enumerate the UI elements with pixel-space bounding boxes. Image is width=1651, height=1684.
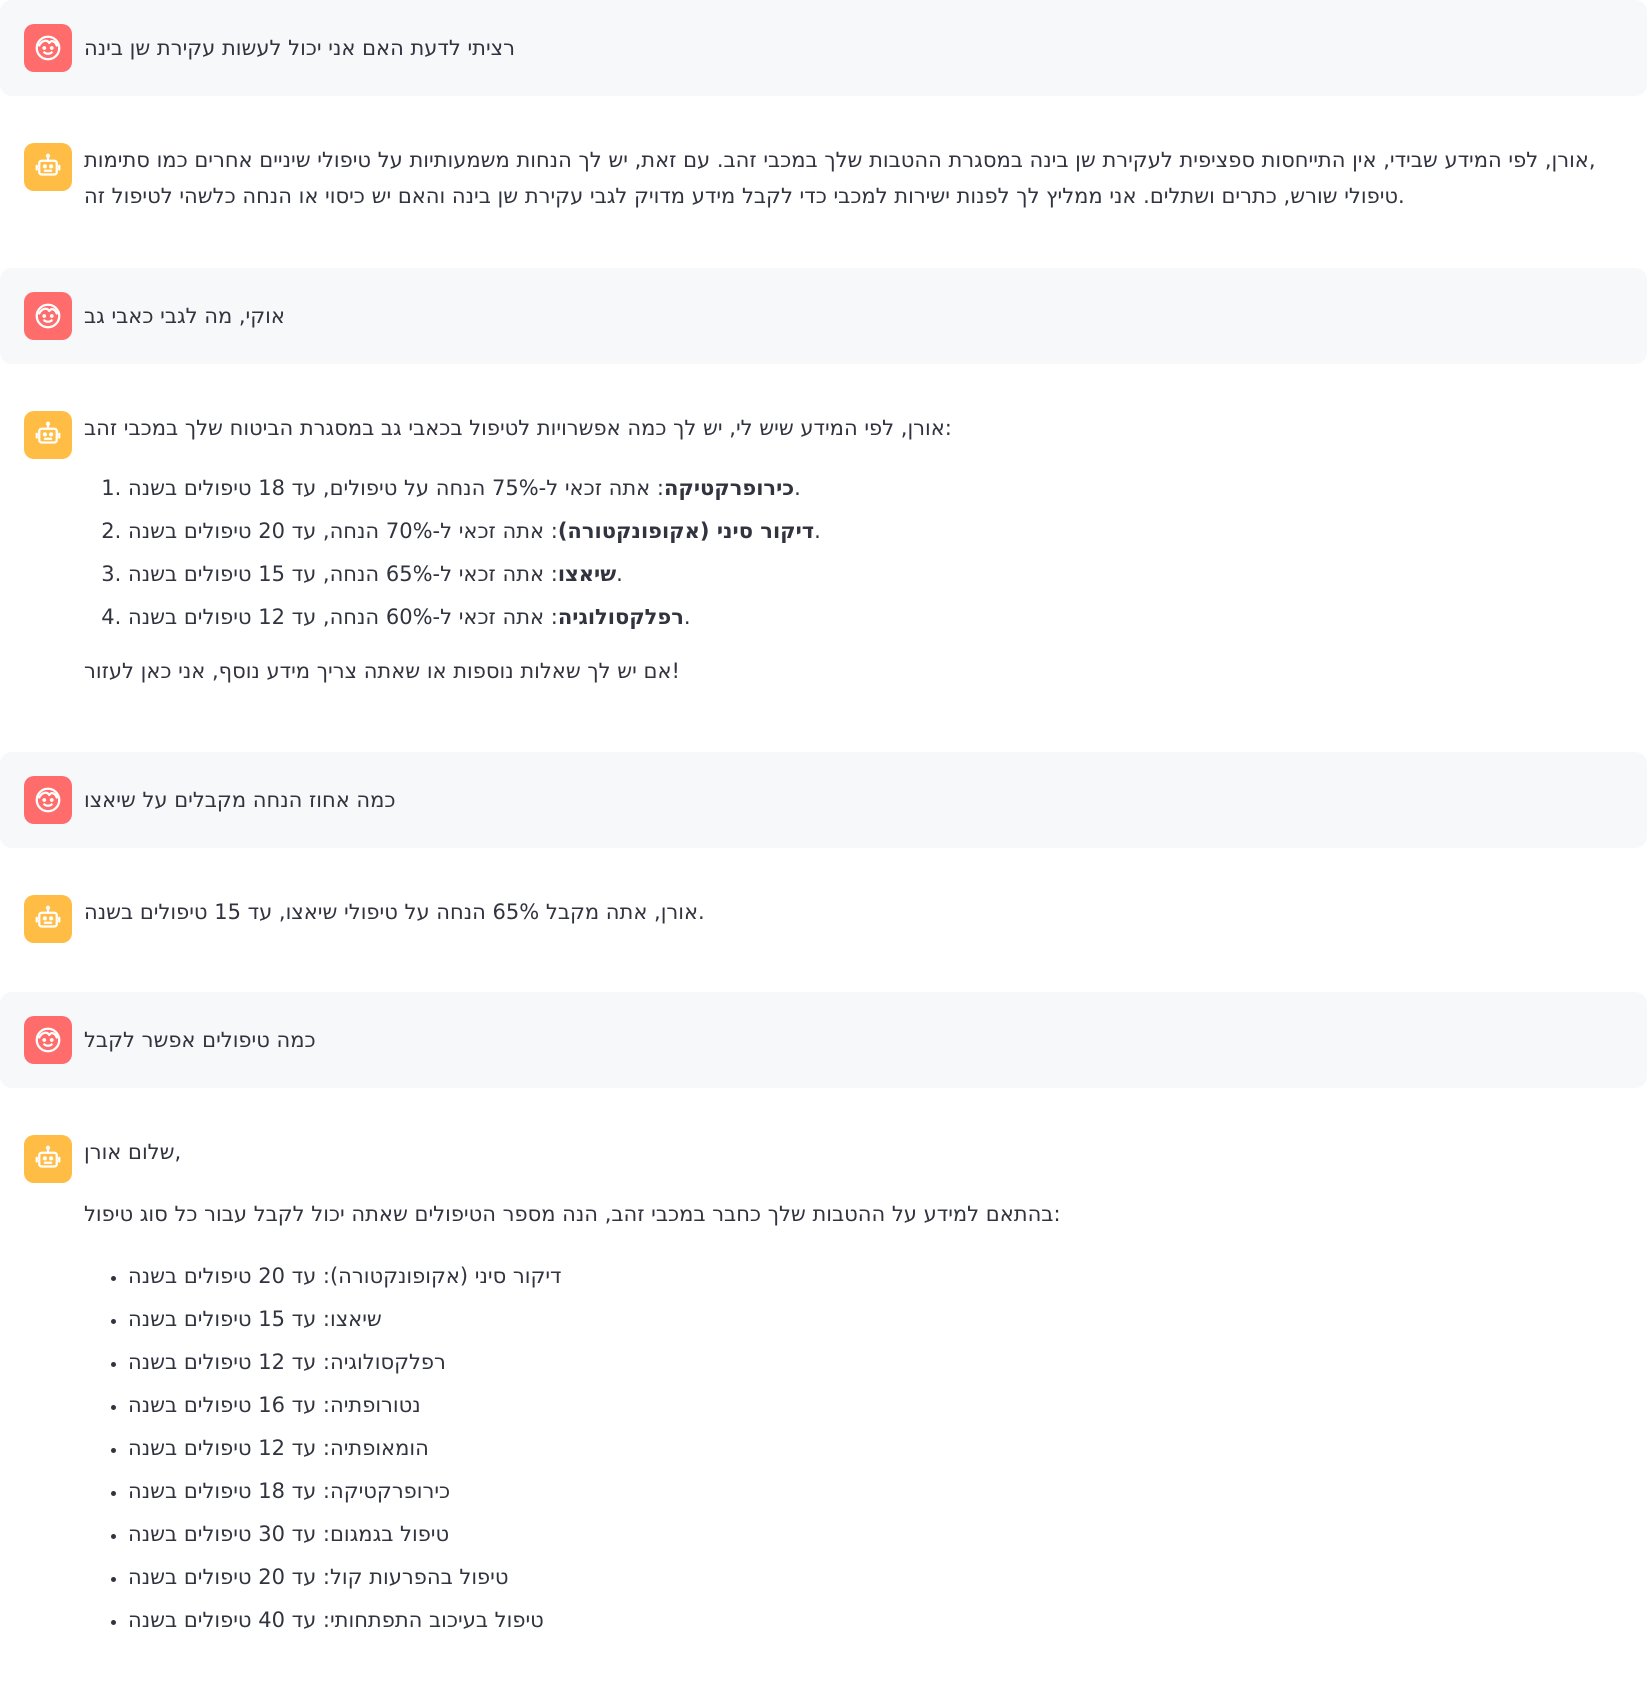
- assistant-message: אורן, לפי המידע שבידי, אין התייחסות ספצי…: [0, 96, 1647, 268]
- list-item: טיפול בגמגום: עד 30 טיפולים בשנה: [128, 1516, 1617, 1552]
- message-line: אורן, לפי המידע שבידי, אין התייחסות ספצי…: [84, 148, 1596, 172]
- message-text: כמה אחוז הנחה מקבלים על שיאצו: [84, 788, 396, 812]
- smiling-face-icon: [35, 787, 61, 813]
- assistant-avatar: [24, 143, 72, 191]
- user-message: כמה טיפולים אפשר לקבל: [0, 992, 1647, 1088]
- list-item: דיקור סיני (אקופונקטורה): עד 20 טיפולים …: [128, 1258, 1617, 1294]
- list-item: שיאצו: עד 15 טיפולים בשנה: [128, 1301, 1617, 1337]
- bullet-list: דיקור סיני (אקופונקטורה): עד 20 טיפולים …: [84, 1258, 1617, 1638]
- message-content: שלום אורן, בהתאם למידע על ההטבות שלך כחב…: [84, 1134, 1617, 1645]
- list-item: רפלקסולוגיה: אתה זכאי ל-60% הנחה, עד 12 …: [128, 599, 1617, 635]
- smiling-face-icon: [35, 303, 61, 329]
- item-title: שיאצו: [557, 562, 617, 586]
- assistant-avatar: [24, 1135, 72, 1183]
- list-item: נטורופתיה: עד 16 טיפולים בשנה: [128, 1387, 1617, 1423]
- list-item: רפלקסולוגיה: עד 12 טיפולים בשנה: [128, 1344, 1617, 1380]
- message-content: אוקי, מה לגבי כאבי גב: [84, 298, 1617, 334]
- assistant-message: שלום אורן, בהתאם למידע על ההטבות שלך כחב…: [0, 1088, 1647, 1648]
- message-content: כמה טיפולים אפשר לקבל: [84, 1022, 1617, 1058]
- message-content: אורן, אתה מקבל 65% הנחה על טיפולי שיאצו,…: [84, 894, 1617, 930]
- item-title: רפלקסולוגיה: [557, 605, 684, 629]
- assistant-avatar: [24, 411, 72, 459]
- numbered-list: כירופרקטיקה: אתה זכאי ל-75% הנחה על טיפו…: [84, 470, 1617, 635]
- assistant-message: אורן, לפי המידע שיש לי, יש לך כמה אפשרוי…: [0, 364, 1647, 752]
- assistant-message: אורן, אתה מקבל 65% הנחה על טיפולי שיאצו,…: [0, 848, 1647, 992]
- user-avatar: [24, 1016, 72, 1064]
- message-outro: אם יש לך שאלות נוספות או שאתה צריך מידע …: [84, 659, 680, 683]
- smiling-face-icon: [35, 35, 61, 61]
- chat-transcript: רציתי לדעת האם אני יכול לעשות עקירת שן ב…: [0, 0, 1651, 1648]
- message-content: אורן, לפי המידע שבידי, אין התייחסות ספצי…: [84, 142, 1617, 214]
- list-item: כירופרקטיקה: אתה זכאי ל-75% הנחה על טיפו…: [128, 470, 1617, 506]
- robot-face-icon: [35, 1145, 61, 1168]
- assistant-avatar: [24, 895, 72, 943]
- robot-face-icon: [35, 153, 61, 176]
- message-content: רציתי לדעת האם אני יכול לעשות עקירת שן ב…: [84, 30, 1617, 66]
- list-item: כירופרקטיקה: עד 18 טיפולים בשנה: [128, 1473, 1617, 1509]
- robot-face-icon: [35, 421, 61, 444]
- list-item: טיפול בעיכוב התפתחותי: עד 40 טיפולים בשנ…: [128, 1602, 1617, 1638]
- message-greeting: שלום אורן,: [84, 1140, 182, 1164]
- smiling-face-icon: [35, 1027, 61, 1053]
- user-message: אוקי, מה לגבי כאבי גב: [0, 268, 1647, 364]
- message-line: טיפולי שורש, כתרים ושתלים. אני ממליץ לך …: [84, 184, 1405, 208]
- item-text: : אתה זכאי ל-65% הנחה, עד 15 טיפולים בשנ…: [128, 562, 623, 586]
- list-item: שיאצו: אתה זכאי ל-65% הנחה, עד 15 טיפולי…: [128, 556, 1617, 592]
- message-text: רציתי לדעת האם אני יכול לעשות עקירת שן ב…: [84, 36, 515, 60]
- list-item: הומאופתיה: עד 12 טיפולים בשנה: [128, 1430, 1617, 1466]
- list-item: דיקור סיני (אקופונקטורה): אתה זכאי ל-70%…: [128, 513, 1617, 549]
- message-text: אורן, אתה מקבל 65% הנחה על טיפולי שיאצו,…: [84, 900, 705, 924]
- item-title: דיקור סיני (אקופונקטורה): [557, 519, 815, 543]
- message-intro: אורן, לפי המידע שיש לי, יש לך כמה אפשרוי…: [84, 416, 952, 440]
- list-item: טיפול בהפרעות קול: עד 20 טיפולים בשנה: [128, 1559, 1617, 1595]
- user-avatar: [24, 776, 72, 824]
- item-title: כירופרקטיקה: [663, 476, 795, 500]
- message-intro: בהתאם למידע על ההטבות שלך כחבר במכבי זהב…: [84, 1202, 1061, 1226]
- robot-face-icon: [35, 905, 61, 928]
- message-text: אוקי, מה לגבי כאבי גב: [84, 304, 285, 328]
- message-content: כמה אחוז הנחה מקבלים על שיאצו: [84, 782, 1617, 818]
- message-content: אורן, לפי המידע שיש לי, יש לך כמה אפשרוי…: [84, 410, 1617, 689]
- user-message: כמה אחוז הנחה מקבלים על שיאצו: [0, 752, 1647, 848]
- message-text: כמה טיפולים אפשר לקבל: [84, 1028, 316, 1052]
- user-avatar: [24, 24, 72, 72]
- user-message: רציתי לדעת האם אני יכול לעשות עקירת שן ב…: [0, 0, 1647, 96]
- user-avatar: [24, 292, 72, 340]
